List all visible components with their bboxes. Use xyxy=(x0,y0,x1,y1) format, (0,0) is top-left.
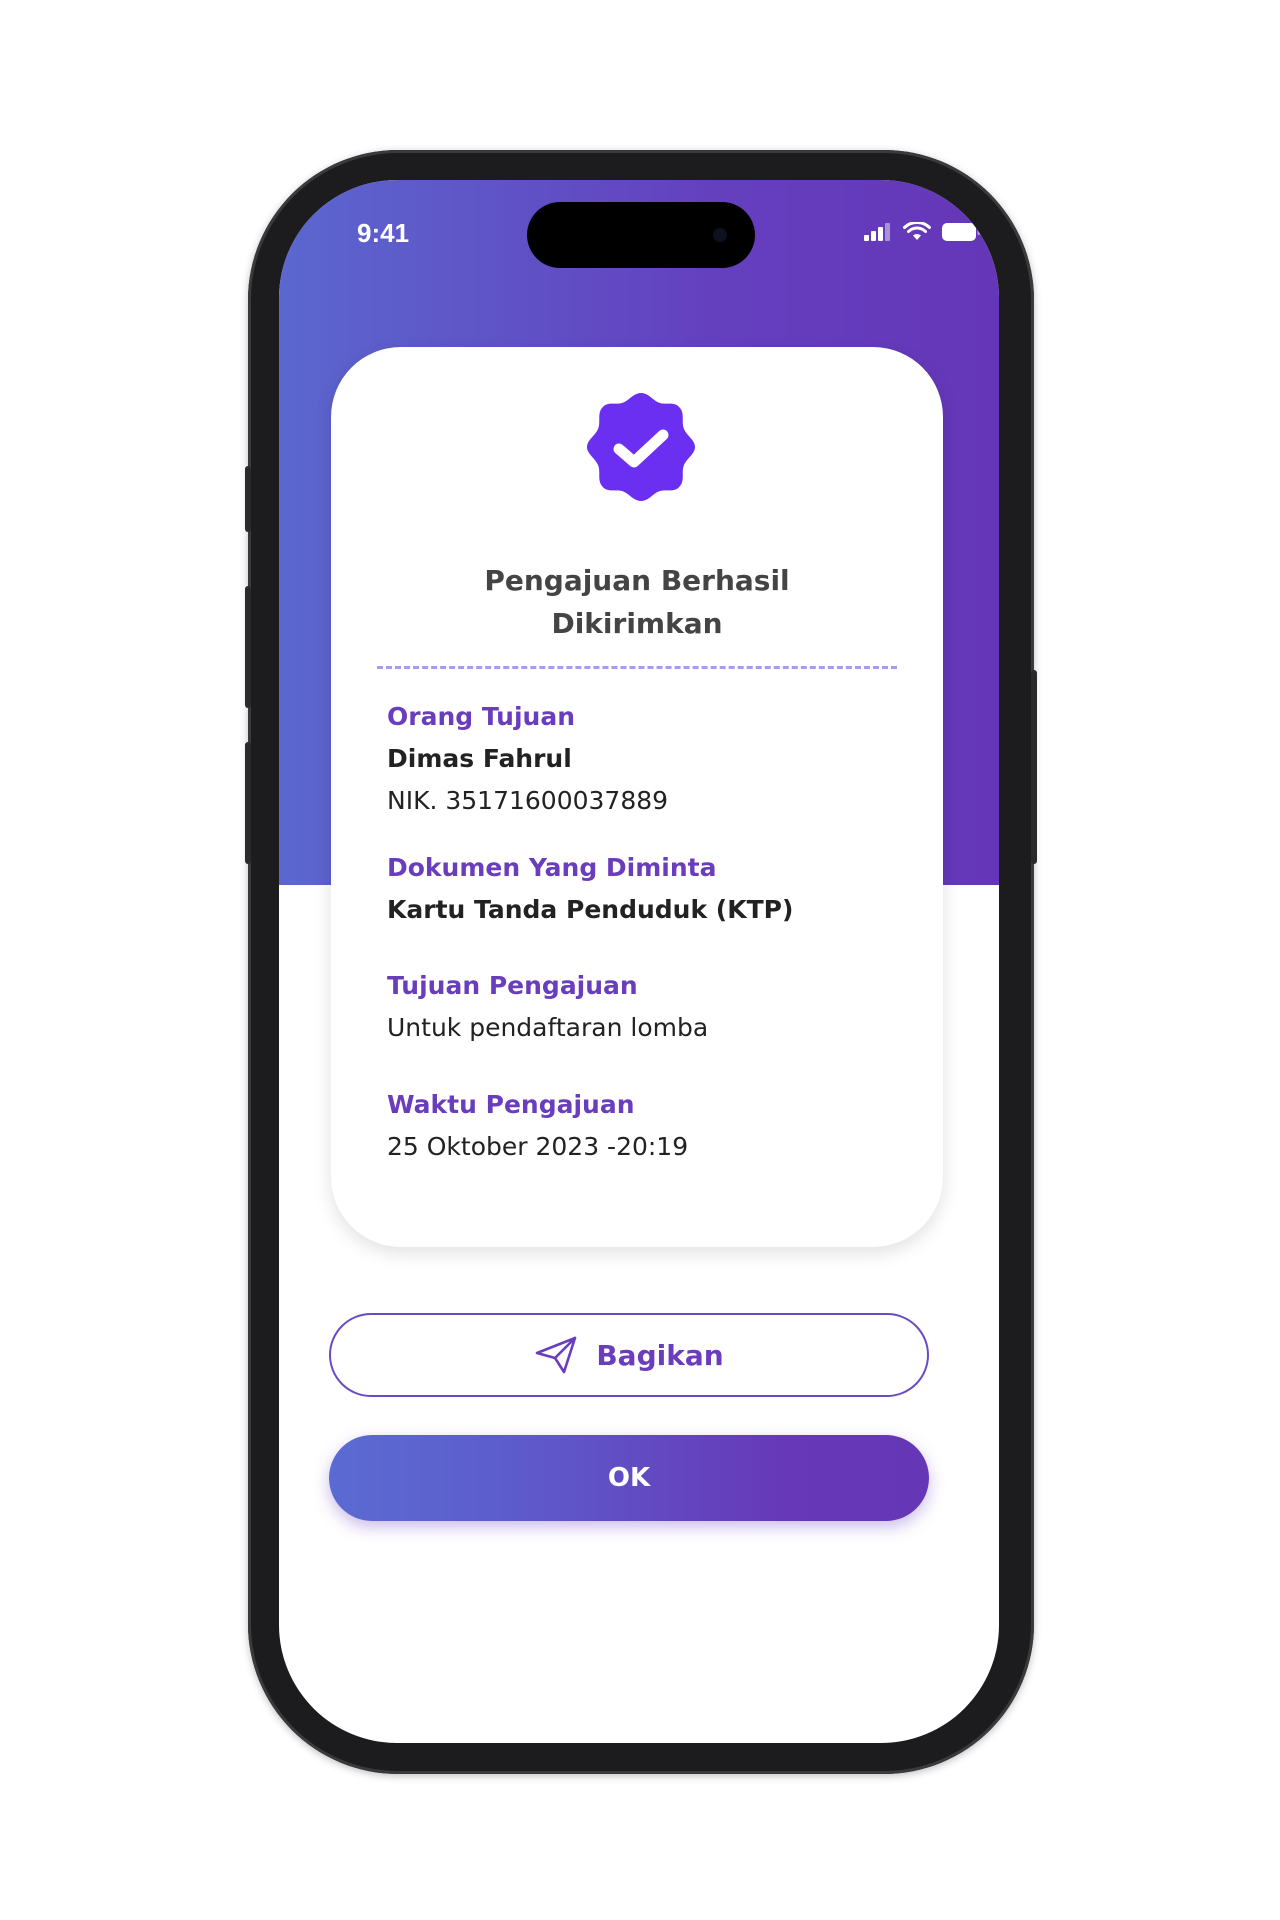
volume-down-button xyxy=(245,742,251,864)
submission-card: Pengajuan Berhasil Dikirimkan Orang Tuju… xyxy=(331,347,943,1247)
success-title: Pengajuan Berhasil Dikirimkan xyxy=(371,559,903,645)
status-icons xyxy=(863,222,981,242)
share-button[interactable]: Bagikan xyxy=(329,1313,929,1397)
verified-badge-icon xyxy=(587,393,695,501)
camera-icon xyxy=(713,228,727,242)
recipient-nik: NIK. 35171600037889 xyxy=(387,786,669,815)
dashed-divider xyxy=(377,666,897,669)
success-title-line1: Pengajuan Berhasil xyxy=(484,564,790,597)
waktu-label: Waktu Pengajuan xyxy=(387,1090,635,1119)
success-title-line2: Dikirimkan xyxy=(551,607,723,640)
waktu-value: 25 Oktober 2023 -20:19 xyxy=(387,1132,689,1161)
tujuan-label: Tujuan Pengajuan xyxy=(387,971,638,1000)
wifi-icon xyxy=(903,222,931,240)
dynamic-island xyxy=(527,202,755,268)
recipient-name: Dimas Fahrul xyxy=(387,744,572,773)
ok-button[interactable]: OK xyxy=(329,1435,929,1521)
share-button-label: Bagikan xyxy=(596,1338,724,1372)
status-time: 9:41 xyxy=(357,218,410,248)
ok-button-label: OK xyxy=(607,1463,651,1493)
orang-tujuan-label: Orang Tujuan xyxy=(387,702,575,731)
app-screen: 9:41 Pengajuan Berhasil Dikirimkan Orang… xyxy=(279,180,999,1743)
tujuan-value: Untuk pendaftaran lomba xyxy=(387,1013,709,1042)
action-button xyxy=(245,466,251,532)
cellular-signal-icon xyxy=(864,223,890,241)
volume-up-button xyxy=(245,586,251,708)
paper-plane-icon xyxy=(536,1336,577,1374)
battery-icon xyxy=(942,223,980,241)
dokumen-label: Dokumen Yang Diminta xyxy=(387,853,717,882)
dokumen-value: Kartu Tanda Penduduk (KTP) xyxy=(387,895,794,924)
power-button xyxy=(1031,670,1037,864)
